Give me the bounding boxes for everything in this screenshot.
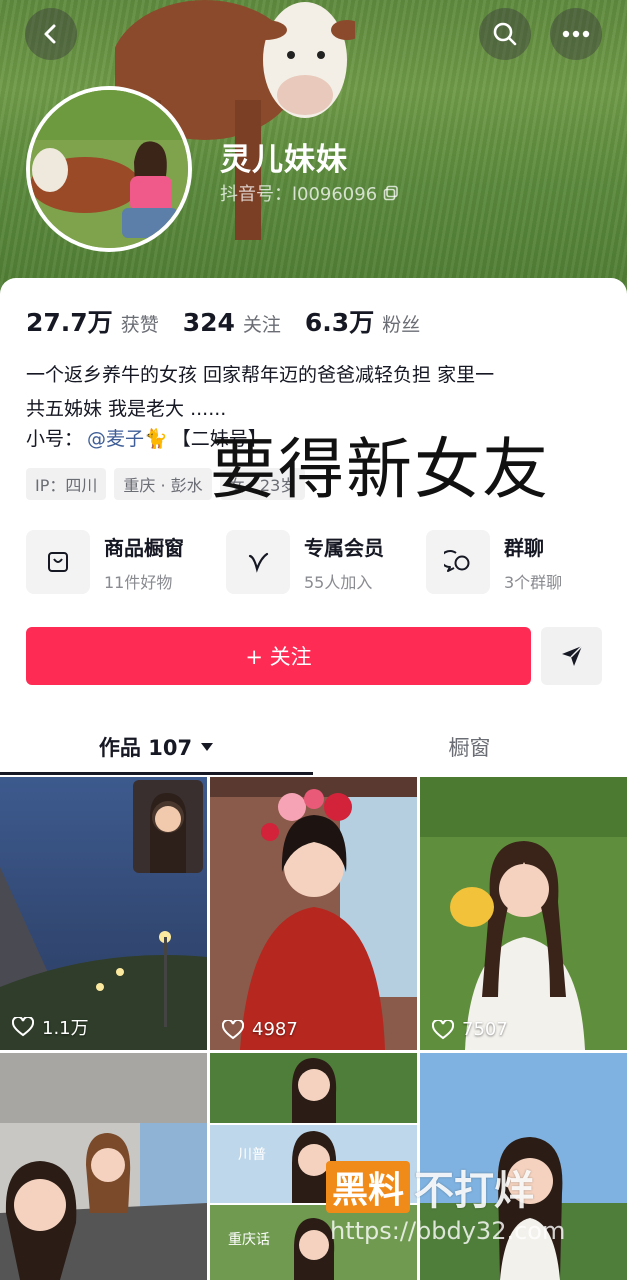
feature-group-chat[interactable]: 群聊 3个群聊 (426, 530, 626, 594)
stat-number: 27.7万 (26, 308, 113, 337)
back-button[interactable] (25, 8, 77, 60)
tab-showcase[interactable]: 橱窗 (313, 718, 626, 776)
heart-icon (432, 1019, 454, 1039)
douyin-id[interactable]: 抖音号：l0096096 (220, 180, 399, 206)
feature-membership[interactable]: 专属会员 55人加入 (226, 530, 426, 594)
likes-number: 1.1万 (42, 1018, 89, 1039)
profile-name: 灵儿妹妹 (220, 142, 348, 178)
feature-title: 商品橱窗 (104, 535, 184, 560)
shop-bag-icon (26, 530, 90, 594)
stats-row: 27.7万 获赞 324 关注 6.3万 粉丝 (26, 303, 420, 339)
more-button[interactable] (550, 8, 602, 60)
watermark-logo: 黑料 (326, 1161, 411, 1213)
search-button[interactable] (479, 8, 531, 60)
overlay-caption: 要得新女友 (210, 431, 550, 508)
profile-banner: 灵儿妹妹 抖音号：l0096096 (0, 0, 627, 300)
video-tile[interactable] (0, 1053, 207, 1280)
stat-label: 获赞 (120, 314, 159, 336)
video-thumbnail (420, 777, 627, 1050)
likes-count: 4987 (222, 1019, 298, 1040)
douyin-id-text: 抖音号：l0096096 (220, 184, 378, 205)
likes-count: 7507 (432, 1019, 508, 1040)
more-dots-icon (562, 30, 590, 38)
stat-number: 6.3万 (304, 308, 375, 337)
feature-title: 群聊 (504, 535, 544, 560)
heart-icon (222, 1019, 244, 1039)
watermark-url: https://bbdy32.com (330, 1217, 566, 1245)
share-button[interactable] (541, 627, 602, 685)
likes-count: 1.1万 (12, 1014, 89, 1040)
chevron-left-icon (44, 24, 56, 44)
feature-subtitle: 55人加入 (304, 572, 373, 592)
follow-button[interactable]: + 关注 (26, 627, 531, 685)
stat-number: 324 (182, 308, 235, 337)
overlay-label: 重庆话 (228, 1232, 270, 1248)
avatar[interactable] (26, 86, 192, 252)
watermark-text: 不打烊 (414, 1168, 535, 1214)
video-tile[interactable]: 1.1万 (0, 777, 207, 1050)
feature-shop[interactable]: 商品橱窗 11件好物 (26, 530, 226, 594)
send-icon (561, 645, 583, 666)
alt-account-link[interactable]: @麦子🐈 (87, 424, 168, 451)
video-thumbnail (0, 777, 207, 1050)
stat-label: 粉丝 (382, 314, 421, 336)
video-tile[interactable]: 7507 (420, 777, 627, 1050)
chat-bubbles-icon (426, 530, 490, 594)
avatar-photo (30, 90, 188, 248)
feature-subtitle: 3个群聊 (504, 572, 563, 592)
stat-following[interactable]: 324 关注 (183, 308, 281, 337)
feature-title: 专属会员 (304, 535, 384, 560)
likes-number: 7507 (462, 1019, 508, 1040)
stat-likes[interactable]: 27.7万 获赞 (26, 303, 159, 339)
tag-location: 重庆 · 彭水 (114, 468, 212, 500)
tab-works-label: 作品 107 (98, 736, 193, 760)
search-icon (493, 22, 517, 46)
likes-number: 4987 (252, 1019, 298, 1040)
tab-works[interactable]: 作品 107 (0, 718, 313, 776)
feature-row: 商品橱窗 11件好物 专属会员 55人加入 群聊 3个群聊 (26, 530, 626, 594)
v-badge-icon (226, 530, 290, 594)
video-thumbnail (0, 1053, 207, 1280)
caret-down-icon (201, 743, 214, 751)
overlay-label: 川普 (238, 1147, 266, 1163)
stat-label: 关注 (242, 314, 281, 336)
video-thumbnail (210, 777, 417, 1050)
bio-line: 一个返乡养牛的女孩 回家帮年迈的爸爸减轻负担 家里一 (26, 364, 495, 386)
tag-ip: IP：四川 (26, 468, 107, 500)
tab-underline (0, 772, 313, 775)
video-tile[interactable]: 4987 (210, 777, 417, 1050)
alt-prefix: 小号： (26, 428, 84, 450)
watermark: 黑料 不打烊 (326, 1158, 534, 1216)
feature-subtitle: 11件好物 (104, 572, 173, 592)
copy-icon (383, 185, 398, 201)
stat-followers[interactable]: 6.3万 粉丝 (305, 303, 420, 339)
heart-icon (12, 1017, 34, 1037)
content-tabs: 作品 107 橱窗 (0, 718, 627, 776)
